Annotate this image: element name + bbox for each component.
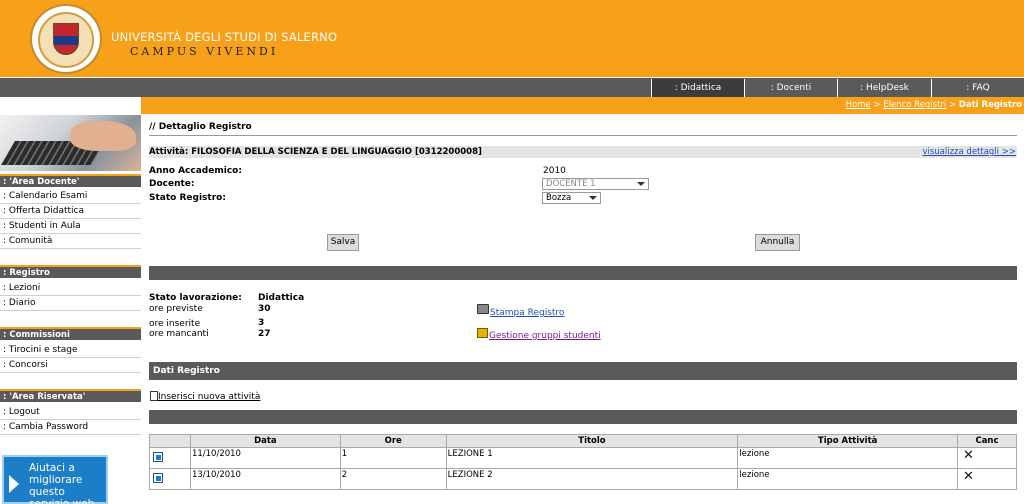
feedback-banner-text: Aiutaci a migliorare questo servizio web [29,462,95,504]
edit-icon[interactable] [153,473,163,483]
sidebar-section-area-docente: : 'Area Docente' [0,174,141,187]
col-header-actions [149,434,191,448]
breadcrumb-separator: > [946,100,959,110]
stato-label: Stato Registro: [149,193,226,203]
lessons-table: Data Ore Titolo Tipo Attività Canc 11/10… [149,434,1017,490]
sidebar-section-commissioni: : Commissioni [0,327,141,340]
sidebar-item-lezioni[interactable]: : Lezioni [0,281,141,296]
sidebar-item-logout[interactable]: : Logout [0,405,141,420]
sidebar-item-calendario-esami[interactable]: : Calendario Esami [0,189,141,204]
stampa-registro-link[interactable]: Stampa Registro [490,308,564,318]
table-top-bar [149,410,1017,424]
row-ore: 1 [339,447,447,469]
ore-mancanti-label: ore mancanti [149,329,209,339]
delete-x-icon[interactable]: ✕ [963,470,974,484]
tab-didattica[interactable]: : Didattica [651,79,744,97]
arrow-right-icon [9,475,19,493]
title-divider [149,135,1017,136]
tab-helpdesk[interactable]: : HelpDesk [837,79,931,97]
sidebar-item-studenti-in-aula[interactable]: : Studenti in Aula [0,219,141,234]
stato-lavorazione-label: Stato lavorazione: [149,293,242,303]
feedback-banner[interactable]: Aiutaci a migliorare questo servizio web [2,455,108,504]
breadcrumb-bar: Home > Elenco Registri > Dati Registro [141,97,1024,114]
cancel-button[interactable]: Annulla [755,234,800,251]
ore-previste-label: ore previste [149,304,203,314]
keyboard-photo [0,115,141,171]
col-header-titolo[interactable]: Titolo [445,434,739,448]
stato-select[interactable]: Bozza [542,192,601,204]
row-titolo: LEZIONE 1 [445,447,739,469]
sidebar-section-area-riservata: : 'Area Riservata' [0,389,141,402]
delete-x-icon[interactable]: ✕ [963,449,974,463]
row-delete-cell: ✕ [957,468,1017,490]
dati-registro-header: Dati Registro [149,362,1017,380]
coat-of-arms-icon [53,23,79,55]
sidebar-item-cambia-password[interactable]: : Cambia Password [0,420,141,435]
breadcrumb: Home > Elenco Registri > Dati Registro [846,100,1022,110]
stato-select-value: Bozza [546,193,572,203]
sidebar-section-registro: : Registro [0,265,141,278]
row-tipo: lezione [737,447,958,469]
sidebar-item-tirocini-e-stage[interactable]: : Tirocini e stage [0,343,141,358]
col-header-data[interactable]: Data [189,434,341,448]
inserisci-attivita-link[interactable]: Inserisci nuova attività [158,392,260,402]
university-logo[interactable] [30,4,102,74]
details-link[interactable]: visualizza dettagli >> [922,146,1016,158]
sidebar-item-diario[interactable]: : Diario [0,296,141,311]
col-header-canc: Canc [957,434,1017,448]
ore-inserite-value: 3 [258,318,265,328]
row-edit-cell [149,468,191,490]
table-header-row: Data Ore Titolo Tipo Attività Canc [149,434,1017,448]
row-tipo: lezione [737,468,958,490]
breadcrumb-home[interactable]: Home [846,100,871,110]
docente-label: Docente: [149,179,195,189]
chevron-down-icon [637,182,645,186]
hand-graphic [70,121,136,151]
docente-select-value: DOCENTE 1 [546,179,596,189]
table-row: 13/10/2010 2 LEZIONE 2 lezione ✕ [149,468,1017,490]
activity-bar: Attività: FILOSOFIA DELLA SCIENZA E DEL … [149,146,1017,158]
sidebar-item-offerta-didattica[interactable]: : Offerta Didattica [0,204,141,219]
ore-mancanti-value: 27 [258,329,271,339]
page-title: // Dettaglio Registro [149,122,252,132]
table-row: 11/10/2010 1 LEZIONE 1 lezione ✕ [149,447,1017,469]
row-ore: 2 [339,468,447,490]
row-edit-cell [149,447,191,469]
ore-previste-value: 30 [258,304,271,314]
group-gift-icon[interactable] [477,328,488,338]
breadcrumb-elenco-registri[interactable]: Elenco Registri [883,100,946,110]
row-delete-cell: ✕ [957,447,1017,469]
breadcrumb-separator: > [870,100,884,110]
gestione-gruppi-link[interactable]: Gestione gruppi studenti [489,331,601,341]
section-divider-bar [149,266,1017,280]
anno-label: Anno Accademico: [149,166,242,176]
campus-motto: CAMPUS VIVENDI [130,45,279,58]
save-button[interactable]: Salva [327,234,359,251]
tab-faq[interactable]: : FAQ [931,79,1024,97]
sidebar-item-comunita[interactable]: : Comunità [0,234,141,249]
chevron-down-icon [589,196,597,200]
tab-docenti[interactable]: : Docenti [744,79,837,97]
breadcrumb-current: Dati Registro [958,100,1022,110]
row-data: 11/10/2010 [189,447,341,469]
site-header: UNIVERSITÀ DEGLI STUDI DI SALERNO CAMPUS… [0,0,1024,77]
new-document-icon[interactable] [150,391,158,401]
col-header-tipo-attivita[interactable]: Tipo Attività [737,434,958,448]
top-nav: : Didattica : Docenti : HelpDesk : FAQ [0,77,1024,97]
activity-title: Attività: FILOSOFIA DELLA SCIENZA E DEL … [149,147,482,157]
sidebar-item-concorsi[interactable]: : Concorsi [0,358,141,373]
university-name: UNIVERSITÀ DEGLI STUDI DI SALERNO [111,30,338,44]
col-header-ore[interactable]: Ore [339,434,447,448]
stato-lavorazione-value: Didattica [258,293,305,303]
edit-icon[interactable] [153,452,163,462]
row-data: 13/10/2010 [189,468,341,490]
ore-inserite-label: ore inserite [149,319,201,329]
docente-select[interactable]: DOCENTE 1 [542,178,649,190]
printer-icon[interactable] [477,304,489,314]
row-titolo: LEZIONE 2 [445,468,739,490]
anno-value: 2010 [543,166,566,176]
